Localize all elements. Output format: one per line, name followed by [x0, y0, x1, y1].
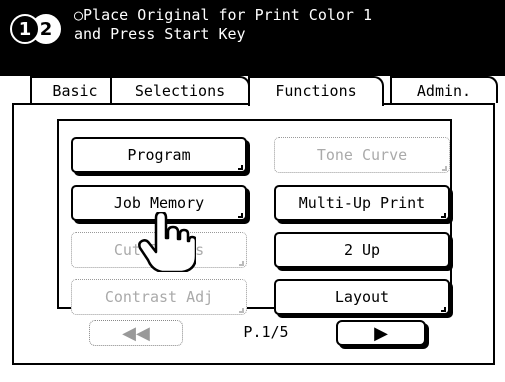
message-area: 1 2 ○Place Original for Print Color 1 an… [0, 0, 505, 76]
corner-mark-icon [239, 261, 244, 266]
program-button-label: Program [127, 146, 191, 164]
status-message-line-1: ○Place Original for Print Color 1 [74, 6, 373, 24]
functions-panel: Program Tone Curve Job Memory Multi-Up P… [12, 103, 495, 365]
status-message: ○Place Original for Print Color 1 and Pr… [74, 6, 372, 44]
page-indicator: P.1/5 [243, 323, 289, 341]
tone-curve-button-label: Tone Curve [316, 146, 408, 164]
tab-basic[interactable]: Basic [30, 76, 120, 103]
print-color-1-icon: 1 [10, 14, 40, 44]
hand-pointer-icon [138, 212, 196, 272]
layout-button[interactable]: Layout [274, 279, 450, 315]
status-message-line-2: and Press Start Key [74, 25, 246, 43]
tone-curve-button: Tone Curve [274, 137, 450, 173]
next-page-button[interactable]: ▶ [336, 320, 426, 346]
function-button-grid: Program Tone Curve Job Memory Multi-Up P… [57, 119, 452, 315]
previous-page-button: ◀◀ [89, 320, 183, 346]
tab-selections-label: Selections [134, 82, 226, 100]
badge-1-label: 1 [18, 18, 32, 40]
tab-admin[interactable]: Admin. [390, 76, 498, 103]
tab-selections[interactable]: Selections [110, 76, 250, 103]
multi-up-print-button-label: Multi-Up Print [298, 194, 426, 212]
multi-up-print-button[interactable]: Multi-Up Print [274, 185, 450, 221]
badge-2-label: 2 [39, 18, 53, 40]
corner-mark-icon [441, 213, 446, 218]
contrast-adj-button: Contrast Adj [71, 279, 247, 315]
tab-functions-label: Functions [275, 82, 357, 100]
contrast-adj-button-label: Contrast Adj [104, 288, 214, 306]
previous-page-icon: ◀◀ [122, 322, 150, 344]
two-up-button[interactable]: 2 Up [274, 232, 450, 268]
corner-mark-icon [441, 307, 446, 312]
two-up-button-label: 2 Up [343, 241, 381, 259]
corner-mark-icon [239, 308, 244, 313]
tab-bar: Basic Selections Functions Admin. [0, 76, 505, 106]
corner-mark-icon [238, 213, 243, 218]
layout-button-label: Layout [334, 288, 390, 306]
tab-functions[interactable]: Functions [248, 76, 384, 106]
next-page-icon: ▶ [374, 322, 388, 344]
tab-basic-label: Basic [52, 82, 98, 100]
corner-mark-icon [238, 165, 243, 170]
program-button[interactable]: Program [71, 137, 247, 173]
job-memory-button-label: Job Memory [113, 194, 205, 212]
tab-admin-label: Admin. [416, 82, 472, 100]
corner-mark-icon [442, 166, 447, 171]
